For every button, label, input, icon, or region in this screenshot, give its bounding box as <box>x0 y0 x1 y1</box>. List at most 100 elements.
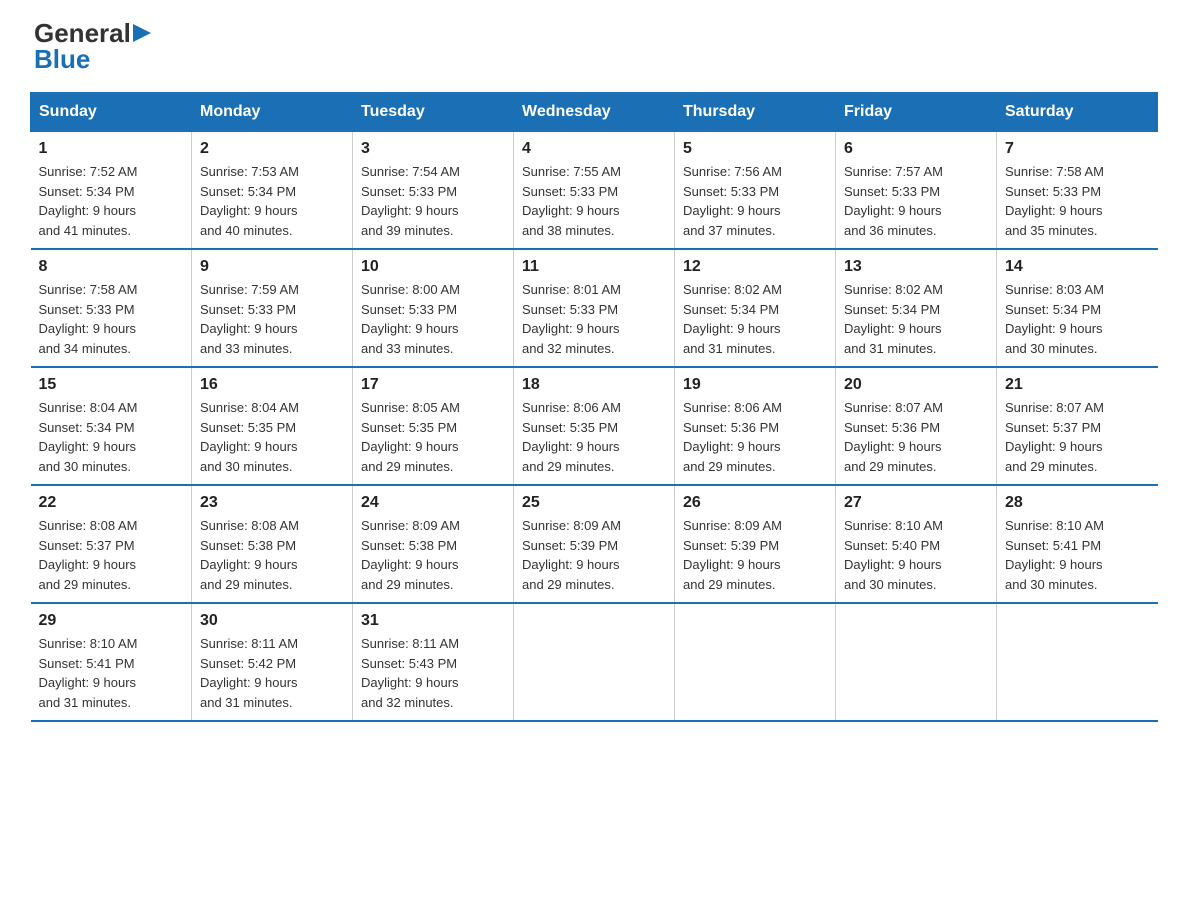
day-number: 26 <box>683 494 827 512</box>
day-number: 2 <box>200 140 344 158</box>
day-info: Sunrise: 8:04 AM Sunset: 5:35 PM Dayligh… <box>200 398 344 476</box>
calendar-cell: 19 Sunrise: 8:06 AM Sunset: 5:36 PM Dayl… <box>675 367 836 485</box>
calendar-cell: 21 Sunrise: 8:07 AM Sunset: 5:37 PM Dayl… <box>997 367 1158 485</box>
calendar-cell: 13 Sunrise: 8:02 AM Sunset: 5:34 PM Dayl… <box>836 249 997 367</box>
day-info: Sunrise: 8:11 AM Sunset: 5:42 PM Dayligh… <box>200 634 344 712</box>
calendar-cell: 24 Sunrise: 8:09 AM Sunset: 5:38 PM Dayl… <box>353 485 514 603</box>
calendar-cell: 17 Sunrise: 8:05 AM Sunset: 5:35 PM Dayl… <box>353 367 514 485</box>
day-number: 3 <box>361 140 505 158</box>
logo-arrow-icon <box>131 22 153 44</box>
day-number: 14 <box>1005 258 1150 276</box>
day-number: 15 <box>39 376 184 394</box>
day-info: Sunrise: 8:07 AM Sunset: 5:37 PM Dayligh… <box>1005 398 1150 476</box>
page-header: General Blue <box>30 20 1158 72</box>
day-number: 23 <box>200 494 344 512</box>
calendar-cell: 5 Sunrise: 7:56 AM Sunset: 5:33 PM Dayli… <box>675 132 836 250</box>
day-number: 31 <box>361 612 505 630</box>
day-info: Sunrise: 8:01 AM Sunset: 5:33 PM Dayligh… <box>522 280 666 358</box>
calendar-cell: 8 Sunrise: 7:58 AM Sunset: 5:33 PM Dayli… <box>31 249 192 367</box>
day-info: Sunrise: 8:03 AM Sunset: 5:34 PM Dayligh… <box>1005 280 1150 358</box>
day-info: Sunrise: 8:04 AM Sunset: 5:34 PM Dayligh… <box>39 398 184 476</box>
day-info: Sunrise: 7:56 AM Sunset: 5:33 PM Dayligh… <box>683 162 827 240</box>
calendar-cell: 28 Sunrise: 8:10 AM Sunset: 5:41 PM Dayl… <box>997 485 1158 603</box>
header-saturday: Saturday <box>997 93 1158 132</box>
day-number: 28 <box>1005 494 1150 512</box>
day-number: 24 <box>361 494 505 512</box>
calendar-cell: 18 Sunrise: 8:06 AM Sunset: 5:35 PM Dayl… <box>514 367 675 485</box>
day-info: Sunrise: 7:52 AM Sunset: 5:34 PM Dayligh… <box>39 162 184 240</box>
calendar-week-row: 22 Sunrise: 8:08 AM Sunset: 5:37 PM Dayl… <box>31 485 1158 603</box>
day-number: 4 <box>522 140 666 158</box>
calendar-cell: 30 Sunrise: 8:11 AM Sunset: 5:42 PM Dayl… <box>192 603 353 721</box>
calendar-cell: 12 Sunrise: 8:02 AM Sunset: 5:34 PM Dayl… <box>675 249 836 367</box>
day-number: 27 <box>844 494 988 512</box>
day-info: Sunrise: 8:09 AM Sunset: 5:39 PM Dayligh… <box>522 516 666 594</box>
calendar-cell <box>675 603 836 721</box>
day-number: 12 <box>683 258 827 276</box>
calendar-cell: 14 Sunrise: 8:03 AM Sunset: 5:34 PM Dayl… <box>997 249 1158 367</box>
calendar-cell: 20 Sunrise: 8:07 AM Sunset: 5:36 PM Dayl… <box>836 367 997 485</box>
calendar-week-row: 8 Sunrise: 7:58 AM Sunset: 5:33 PM Dayli… <box>31 249 1158 367</box>
day-number: 17 <box>361 376 505 394</box>
day-info: Sunrise: 7:53 AM Sunset: 5:34 PM Dayligh… <box>200 162 344 240</box>
calendar-cell: 10 Sunrise: 8:00 AM Sunset: 5:33 PM Dayl… <box>353 249 514 367</box>
day-number: 25 <box>522 494 666 512</box>
calendar-cell: 2 Sunrise: 7:53 AM Sunset: 5:34 PM Dayli… <box>192 132 353 250</box>
day-info: Sunrise: 8:09 AM Sunset: 5:39 PM Dayligh… <box>683 516 827 594</box>
day-number: 8 <box>39 258 184 276</box>
calendar-cell: 3 Sunrise: 7:54 AM Sunset: 5:33 PM Dayli… <box>353 132 514 250</box>
calendar-cell: 29 Sunrise: 8:10 AM Sunset: 5:41 PM Dayl… <box>31 603 192 721</box>
calendar-cell: 26 Sunrise: 8:09 AM Sunset: 5:39 PM Dayl… <box>675 485 836 603</box>
logo-blue-text: Blue <box>34 46 153 72</box>
calendar-cell: 16 Sunrise: 8:04 AM Sunset: 5:35 PM Dayl… <box>192 367 353 485</box>
day-info: Sunrise: 8:02 AM Sunset: 5:34 PM Dayligh… <box>844 280 988 358</box>
header-wednesday: Wednesday <box>514 93 675 132</box>
header-tuesday: Tuesday <box>353 93 514 132</box>
day-number: 7 <box>1005 140 1150 158</box>
day-number: 16 <box>200 376 344 394</box>
day-number: 30 <box>200 612 344 630</box>
day-info: Sunrise: 8:06 AM Sunset: 5:35 PM Dayligh… <box>522 398 666 476</box>
calendar-cell: 27 Sunrise: 8:10 AM Sunset: 5:40 PM Dayl… <box>836 485 997 603</box>
logo-general-text: General <box>34 20 153 46</box>
calendar-cell: 22 Sunrise: 8:08 AM Sunset: 5:37 PM Dayl… <box>31 485 192 603</box>
day-number: 19 <box>683 376 827 394</box>
day-info: Sunrise: 8:11 AM Sunset: 5:43 PM Dayligh… <box>361 634 505 712</box>
calendar-cell <box>514 603 675 721</box>
day-number: 5 <box>683 140 827 158</box>
day-number: 13 <box>844 258 988 276</box>
day-number: 1 <box>39 140 184 158</box>
day-number: 29 <box>39 612 184 630</box>
day-info: Sunrise: 7:58 AM Sunset: 5:33 PM Dayligh… <box>1005 162 1150 240</box>
calendar-cell: 23 Sunrise: 8:08 AM Sunset: 5:38 PM Dayl… <box>192 485 353 603</box>
calendar-cell: 31 Sunrise: 8:11 AM Sunset: 5:43 PM Dayl… <box>353 603 514 721</box>
calendar-week-row: 29 Sunrise: 8:10 AM Sunset: 5:41 PM Dayl… <box>31 603 1158 721</box>
header-sunday: Sunday <box>31 93 192 132</box>
calendar-week-row: 1 Sunrise: 7:52 AM Sunset: 5:34 PM Dayli… <box>31 132 1158 250</box>
day-number: 10 <box>361 258 505 276</box>
day-info: Sunrise: 7:58 AM Sunset: 5:33 PM Dayligh… <box>39 280 184 358</box>
calendar-cell <box>836 603 997 721</box>
calendar-cell <box>997 603 1158 721</box>
calendar-cell: 25 Sunrise: 8:09 AM Sunset: 5:39 PM Dayl… <box>514 485 675 603</box>
logo: General Blue <box>30 20 153 72</box>
day-number: 20 <box>844 376 988 394</box>
day-info: Sunrise: 7:54 AM Sunset: 5:33 PM Dayligh… <box>361 162 505 240</box>
calendar-cell: 1 Sunrise: 7:52 AM Sunset: 5:34 PM Dayli… <box>31 132 192 250</box>
day-info: Sunrise: 8:08 AM Sunset: 5:38 PM Dayligh… <box>200 516 344 594</box>
day-info: Sunrise: 8:00 AM Sunset: 5:33 PM Dayligh… <box>361 280 505 358</box>
calendar-header-row: SundayMondayTuesdayWednesdayThursdayFrid… <box>31 93 1158 132</box>
day-number: 18 <box>522 376 666 394</box>
day-info: Sunrise: 8:10 AM Sunset: 5:40 PM Dayligh… <box>844 516 988 594</box>
day-number: 9 <box>200 258 344 276</box>
day-info: Sunrise: 8:10 AM Sunset: 5:41 PM Dayligh… <box>39 634 184 712</box>
day-number: 22 <box>39 494 184 512</box>
day-info: Sunrise: 8:02 AM Sunset: 5:34 PM Dayligh… <box>683 280 827 358</box>
calendar-cell: 4 Sunrise: 7:55 AM Sunset: 5:33 PM Dayli… <box>514 132 675 250</box>
day-info: Sunrise: 8:09 AM Sunset: 5:38 PM Dayligh… <box>361 516 505 594</box>
day-number: 11 <box>522 258 666 276</box>
calendar-cell: 6 Sunrise: 7:57 AM Sunset: 5:33 PM Dayli… <box>836 132 997 250</box>
day-info: Sunrise: 8:06 AM Sunset: 5:36 PM Dayligh… <box>683 398 827 476</box>
calendar-cell: 11 Sunrise: 8:01 AM Sunset: 5:33 PM Dayl… <box>514 249 675 367</box>
calendar-cell: 7 Sunrise: 7:58 AM Sunset: 5:33 PM Dayli… <box>997 132 1158 250</box>
